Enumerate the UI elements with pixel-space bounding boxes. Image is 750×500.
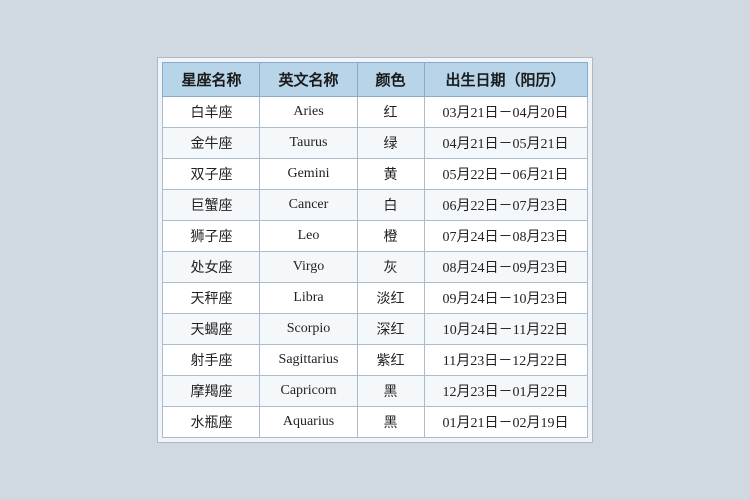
cell-chinese-name: 金牛座 [163,128,260,159]
cell-chinese-name: 处女座 [163,252,260,283]
cell-chinese-name: 巨蟹座 [163,190,260,221]
cell-chinese-name: 天秤座 [163,283,260,314]
cell-color: 白 [357,190,424,221]
table-body: 白羊座Aries红03月21日－04月20日金牛座Taurus绿04月21日－0… [163,97,587,438]
cell-dates: 05月22日－06月21日 [424,159,587,190]
cell-english-name: Libra [260,283,357,314]
cell-color: 淡红 [357,283,424,314]
cell-english-name: Cancer [260,190,357,221]
cell-english-name: Aries [260,97,357,128]
cell-dates: 11月23日－12月22日 [424,345,587,376]
header-color: 颜色 [357,63,424,97]
table-row: 金牛座Taurus绿04月21日－05月21日 [163,128,587,159]
table-row: 狮子座Leo橙07月24日－08月23日 [163,221,587,252]
cell-color: 橙 [357,221,424,252]
cell-color: 深红 [357,314,424,345]
cell-chinese-name: 狮子座 [163,221,260,252]
table-row: 水瓶座Aquarius黑01月21日－02月19日 [163,407,587,438]
header-chinese-name: 星座名称 [163,63,260,97]
cell-chinese-name: 天蝎座 [163,314,260,345]
cell-chinese-name: 双子座 [163,159,260,190]
cell-color: 灰 [357,252,424,283]
table-row: 射手座Sagittarius紫红11月23日－12月22日 [163,345,587,376]
table-row: 双子座Gemini黄05月22日－06月21日 [163,159,587,190]
cell-dates: 08月24日－09月23日 [424,252,587,283]
zodiac-table-container: 星座名称 英文名称 颜色 出生日期（阳历） 白羊座Aries红03月21日－04… [157,57,592,443]
cell-dates: 06月22日－07月23日 [424,190,587,221]
cell-color: 红 [357,97,424,128]
cell-chinese-name: 白羊座 [163,97,260,128]
cell-chinese-name: 水瓶座 [163,407,260,438]
cell-english-name: Taurus [260,128,357,159]
cell-color: 紫红 [357,345,424,376]
cell-dates: 07月24日－08月23日 [424,221,587,252]
cell-dates: 09月24日－10月23日 [424,283,587,314]
cell-dates: 10月24日－11月22日 [424,314,587,345]
cell-english-name: Sagittarius [260,345,357,376]
cell-chinese-name: 摩羯座 [163,376,260,407]
table-row: 天蝎座Scorpio深红10月24日－11月22日 [163,314,587,345]
table-row: 天秤座Libra淡红09月24日－10月23日 [163,283,587,314]
cell-dates: 03月21日－04月20日 [424,97,587,128]
table-row: 巨蟹座Cancer白06月22日－07月23日 [163,190,587,221]
cell-color: 黑 [357,407,424,438]
zodiac-table: 星座名称 英文名称 颜色 出生日期（阳历） 白羊座Aries红03月21日－04… [162,62,587,438]
cell-color: 黄 [357,159,424,190]
cell-english-name: Scorpio [260,314,357,345]
header-dates: 出生日期（阳历） [424,63,587,97]
cell-color: 黑 [357,376,424,407]
table-header-row: 星座名称 英文名称 颜色 出生日期（阳历） [163,63,587,97]
table-row: 处女座Virgo灰08月24日－09月23日 [163,252,587,283]
cell-english-name: Virgo [260,252,357,283]
table-row: 摩羯座Capricorn黑12月23日－01月22日 [163,376,587,407]
cell-english-name: Aquarius [260,407,357,438]
cell-english-name: Gemini [260,159,357,190]
cell-english-name: Capricorn [260,376,357,407]
cell-dates: 12月23日－01月22日 [424,376,587,407]
cell-color: 绿 [357,128,424,159]
table-row: 白羊座Aries红03月21日－04月20日 [163,97,587,128]
cell-english-name: Leo [260,221,357,252]
header-english-name: 英文名称 [260,63,357,97]
cell-dates: 04月21日－05月21日 [424,128,587,159]
cell-dates: 01月21日－02月19日 [424,407,587,438]
cell-chinese-name: 射手座 [163,345,260,376]
